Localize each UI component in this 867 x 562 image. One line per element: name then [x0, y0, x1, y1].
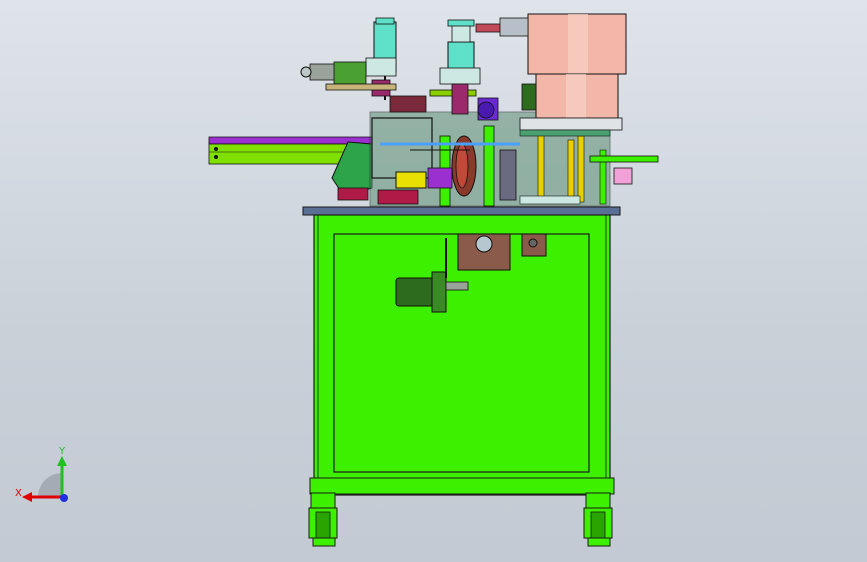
x-axis-label: X: [15, 488, 22, 499]
z-axis-dot: [60, 494, 68, 502]
orientation-triad: Y X: [15, 446, 68, 502]
graphics-viewport[interactable]: Y X: [0, 0, 867, 562]
y-axis-label: Y: [58, 446, 66, 457]
cad-assembly-model[interactable]: Y X: [0, 0, 867, 562]
pneumatic-cylinder-right[interactable]: [439, 19, 481, 115]
caster-left: [308, 507, 338, 547]
caster-right: [583, 507, 613, 547]
